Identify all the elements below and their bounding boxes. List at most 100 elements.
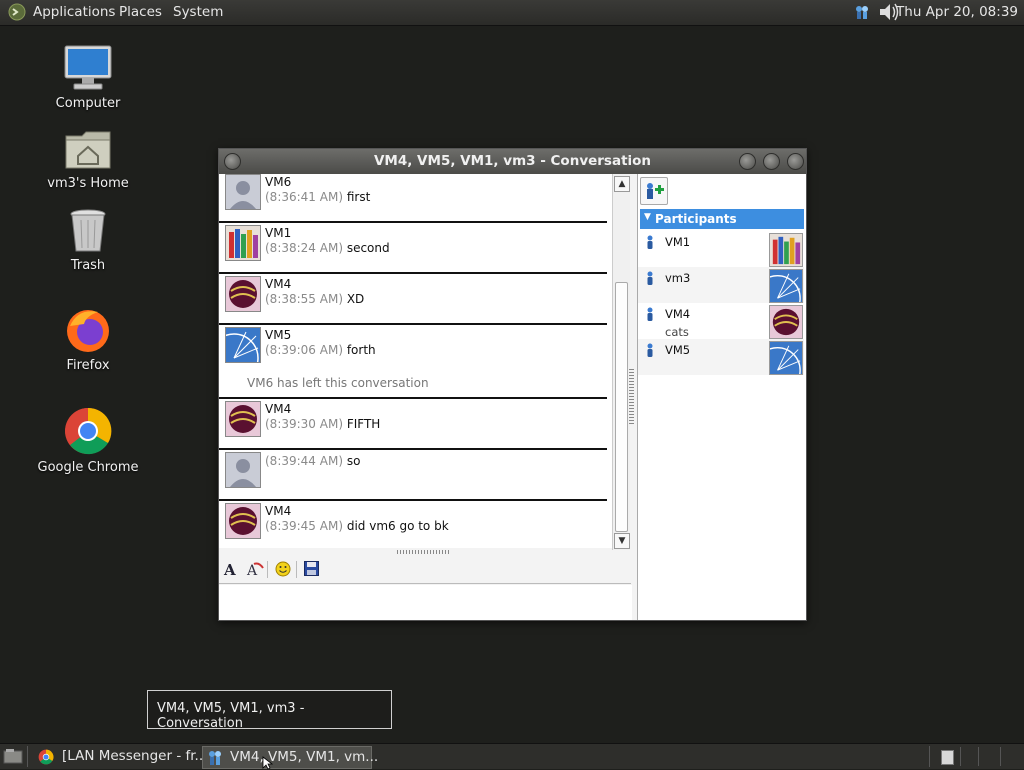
ferris-wheel-avatar [769, 269, 803, 303]
message-line: (8:38:24 AM) second [265, 241, 390, 255]
message-time: (8:39:30 AM) [265, 417, 343, 431]
task-conversation[interactable]: VM4, VM5, VM1, vm... [202, 746, 378, 769]
message-line: (8:39:45 AM) did vm6 go to bk [265, 519, 449, 533]
workspace-divider [1000, 747, 1001, 766]
message-item: (8:39:44 AM) so [219, 451, 607, 501]
desktop-icon-home[interactable]: vm3's Home [33, 128, 143, 191]
message-time: (8:39:44 AM) [265, 454, 343, 468]
message-sender: VM4 [265, 277, 292, 291]
menu-places[interactable]: Places [119, 4, 162, 20]
message-text: XD [346, 292, 365, 306]
message-item: VM4 (8:39:45 AM) did vm6 go to bk [219, 502, 607, 548]
desktop-icon-label: vm3's Home [47, 176, 129, 191]
message-sender: VM5 [265, 328, 292, 342]
message-time: (8:39:06 AM) [265, 343, 343, 357]
sphere-avatar [225, 401, 261, 437]
conversation-window: VM4, VM5, VM1, vm3 - Conversation VM6 (8… [218, 148, 807, 621]
message-item: VM5 (8:39:06 AM) forth [219, 326, 607, 374]
toolbar-divider [267, 561, 268, 578]
participant-item[interactable]: VM5 [638, 339, 804, 375]
message-item: VM1 (8:38:24 AM) second [219, 224, 607, 274]
user-status-icon [647, 271, 653, 285]
scroll-down-button[interactable]: ▼ [614, 533, 630, 549]
save-icon[interactable] [304, 561, 319, 576]
menu-system[interactable]: System [173, 4, 223, 20]
window-titlebar[interactable]: VM4, VM5, VM1, vm3 - Conversation [219, 149, 806, 174]
collapse-arrow-icon: ▼ [644, 212, 651, 222]
participant-name: VM5 [665, 343, 691, 357]
svg-text:A: A [246, 563, 258, 578]
ferris-wheel-avatar [769, 341, 803, 375]
message-sender: VM1 [265, 226, 292, 240]
input-splitter-handle[interactable] [397, 550, 451, 554]
desktop-icon-label: Firefox [66, 358, 110, 373]
crayons-avatar [225, 225, 261, 261]
message-time: (8:38:55 AM) [265, 292, 343, 306]
trash-icon [70, 209, 106, 252]
add-user-icon [647, 183, 664, 199]
tooltip-text: VM4, VM5, VM1, vm3 - Conversation [157, 701, 305, 731]
task-lan-messenger[interactable]: [LAN Messenger - fr... [34, 746, 207, 767]
show-desktop-icon[interactable] [3, 748, 23, 764]
message-scrollbar[interactable]: ▲ ▼ [612, 174, 630, 550]
chrome-icon [65, 407, 112, 455]
desktop-icon-firefox[interactable]: Firefox [33, 306, 143, 373]
message-time: (8:36:41 AM) [265, 190, 343, 204]
add-participant-button[interactable] [640, 177, 668, 205]
maximize-button[interactable] [763, 153, 780, 170]
message-text: so [346, 454, 361, 468]
desktop-icon-label: Trash [70, 258, 106, 273]
message-item: VM4 (8:38:55 AM) XD [219, 275, 607, 325]
message-sender: VM4 [265, 402, 292, 416]
smiley-icon[interactable] [275, 561, 291, 577]
participant-name: VM1 [665, 235, 691, 249]
message-time: (8:39:45 AM) [265, 519, 343, 533]
workspace-divider [960, 747, 961, 766]
message-log[interactable]: VM6 (8:36:41 AM) first VM1 (8:38:24 AM) … [219, 174, 614, 548]
toolbar-divider [296, 561, 297, 578]
participants-header[interactable]: ▼ Participants [640, 209, 804, 229]
chrome-icon [38, 749, 54, 765]
participant-item[interactable]: vm3 [638, 267, 804, 303]
bottom-panel: [LAN Messenger - fr... VM4, VM5, VM1, vm… [0, 743, 1024, 770]
desktop-icon-computer[interactable]: Computer [33, 44, 143, 111]
message-line: (8:38:55 AM) XD [265, 292, 364, 306]
participant-item[interactable]: VM4 cats [638, 303, 804, 339]
workspace-1[interactable] [941, 750, 954, 765]
computer-icon [64, 45, 112, 90]
message-line: (8:36:41 AM) first [265, 190, 370, 204]
message-separator [219, 397, 607, 399]
scroll-up-button[interactable]: ▲ [614, 176, 630, 192]
ferris-wheel-avatar [225, 327, 261, 363]
format-toolbar: A A [219, 556, 631, 584]
menu-applications[interactable]: Applications [33, 4, 115, 20]
close-button[interactable] [787, 153, 804, 170]
top-panel: Applications Places System Thu Apr 20, 0… [0, 0, 1024, 26]
panel-splitter-handle[interactable] [629, 369, 634, 425]
font-icon[interactable]: A [224, 561, 236, 579]
scrollbar-thumb[interactable] [615, 282, 628, 532]
font-color-icon[interactable]: A [245, 560, 265, 578]
message-item: VM6 (8:36:41 AM) first [219, 174, 607, 223]
minimize-button[interactable] [739, 153, 756, 170]
task-label: VM4, VM5, VM1, vm... [230, 749, 379, 765]
desktop-icon-chrome[interactable]: Google Chrome [33, 406, 143, 475]
message-line: (8:39:30 AM) FIFTH [265, 417, 380, 431]
message-input[interactable] [219, 585, 632, 620]
message-sender: VM4 [265, 504, 292, 518]
user-status-icon [647, 307, 653, 321]
network-users-icon[interactable] [854, 4, 870, 20]
default-user-avatar [225, 452, 261, 488]
message-time: (8:38:24 AM) [265, 241, 343, 255]
system-notice: VM6 has left this conversation [247, 376, 429, 390]
clock[interactable]: Thu Apr 20, 08:39 [896, 4, 1018, 20]
taskbar-tooltip: VM4, VM5, VM1, vm3 - Conversation [147, 690, 392, 731]
distro-logo-icon[interactable] [8, 3, 26, 21]
desktop-icon-trash[interactable]: Trash [33, 208, 143, 273]
message-item: VM4 (8:39:30 AM) FIFTH [219, 400, 607, 450]
participant-item[interactable]: VM1 [638, 231, 804, 267]
participant-status: cats [665, 325, 689, 339]
message-line: (8:39:44 AM) so [265, 454, 360, 468]
sphere-avatar [769, 305, 803, 339]
default-user-avatar [225, 174, 261, 210]
